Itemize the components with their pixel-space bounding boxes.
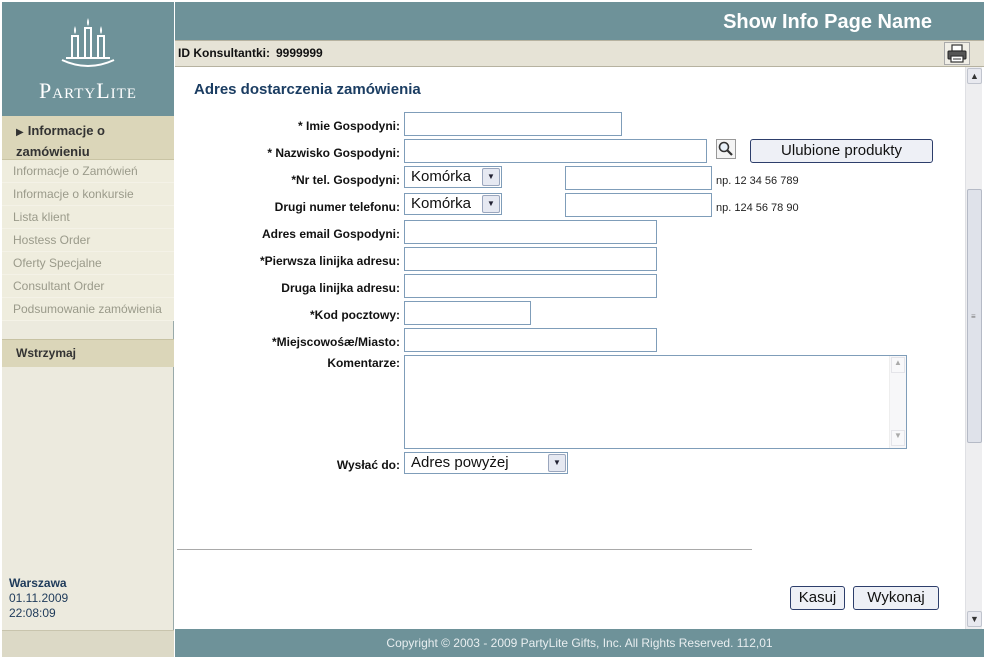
chevron-down-icon: ▼ bbox=[482, 195, 500, 213]
city-input[interactable] bbox=[404, 328, 657, 352]
sidebar: PartyLite ▶ Informacje o zamówieniu Infor… bbox=[2, 2, 174, 657]
city-field-label: *Miejscowośæ/Miasto: bbox=[271, 335, 400, 349]
chevron-down-icon[interactable]: ▼ bbox=[967, 611, 982, 627]
hold-button[interactable]: Wstrzymaj bbox=[2, 339, 174, 367]
sidebar-item-customer-list[interactable]: Lista klient bbox=[2, 206, 174, 229]
brand-name: PartyLite bbox=[39, 78, 137, 103]
host-first-name-input[interactable] bbox=[404, 112, 622, 136]
chevron-up-icon[interactable]: ▲ bbox=[967, 68, 982, 84]
consultant-id-value: 9999999 bbox=[276, 46, 323, 60]
cancel-button[interactable]: Kasuj bbox=[790, 586, 845, 610]
address-line2-label: Druga linijka adresu: bbox=[281, 281, 400, 295]
page-scrollbar[interactable]: ▲ ≡ ▼ bbox=[965, 67, 982, 629]
consultant-id-label: ID Konsultantki: bbox=[178, 46, 270, 60]
sidebar-item-special-offers[interactable]: Oferty Specjalne bbox=[2, 252, 174, 275]
form-title: Adres dostarczenia zamówienia bbox=[194, 81, 421, 98]
sidebar-active-section[interactable]: ▶ Informacje o zamówieniu bbox=[2, 116, 174, 160]
chevron-down-icon[interactable]: ▼ bbox=[891, 430, 905, 446]
host-email-input[interactable] bbox=[404, 220, 657, 244]
phone-hint: np. 12 34 56 789 bbox=[716, 175, 799, 187]
candles-logo-icon bbox=[61, 18, 115, 67]
second-phone-input[interactable] bbox=[565, 193, 712, 217]
favorite-products-button[interactable]: Ulubione produkty bbox=[750, 139, 933, 163]
comments-label: Komentarze: bbox=[327, 356, 400, 370]
app-window: PartyLite ▶ Informacje o zamówieniu Infor… bbox=[0, 0, 986, 659]
triangle-right-icon: ▶ bbox=[16, 127, 24, 138]
comments-textarea[interactable]: ▲ ▼ bbox=[404, 355, 907, 449]
second-phone-hint: np. 124 56 78 90 bbox=[716, 202, 799, 214]
second-phone-type-select[interactable]: Komórka ▼ bbox=[404, 193, 502, 215]
consultant-id: ID Konsultantki: 9999999 bbox=[178, 46, 323, 60]
host-phone-input[interactable] bbox=[565, 166, 712, 190]
second-phone-label: Drugi numer telefonu: bbox=[274, 200, 400, 214]
brand-logo: PartyLite bbox=[2, 2, 174, 116]
chevron-down-icon: ▼ bbox=[482, 168, 500, 186]
ship-to-select[interactable]: Adres powyżej ▼ bbox=[404, 452, 568, 474]
page-footer: Copyright © 2003 - 2009 PartyLite Gifts,… bbox=[175, 629, 984, 657]
host-email-label: Adres email Gospodyni: bbox=[261, 227, 400, 241]
host-first-name-label: * Imie Gospodyni: bbox=[297, 119, 400, 133]
sidebar-nav: Informacje o Zamówień Informacje o konku… bbox=[2, 160, 174, 321]
sidebar-active-label: Informacje o zamówieniu bbox=[16, 123, 105, 159]
search-button[interactable] bbox=[716, 139, 736, 159]
page-header: Show Info Page Name bbox=[175, 2, 984, 40]
magnifier-icon bbox=[718, 141, 733, 156]
main-content: Adres dostarczenia zamówienia * Imie Gos… bbox=[175, 67, 965, 629]
sidebar-item-order-summary[interactable]: Podsumowanie zamówienia bbox=[2, 298, 174, 321]
postal-code-input[interactable] bbox=[404, 301, 531, 325]
city-label: Warszawa bbox=[9, 576, 67, 590]
chevron-up-icon[interactable]: ▲ bbox=[891, 357, 905, 373]
time-label: 22:08:09 bbox=[9, 606, 56, 620]
chevron-down-icon: ▼ bbox=[548, 454, 566, 472]
address-line1-input[interactable] bbox=[404, 247, 657, 271]
divider bbox=[177, 549, 752, 550]
second-phone-type-value: Komórka bbox=[411, 195, 472, 212]
textarea-scrollbar[interactable]: ▲ ▼ bbox=[889, 356, 906, 448]
sidebar-item-contest-info[interactable]: Informacje o konkursie bbox=[2, 183, 174, 206]
ship-to-value: Adres powyżej bbox=[411, 454, 509, 471]
address-line1-label: *Pierwsza linijka adresu: bbox=[259, 254, 400, 268]
print-button[interactable] bbox=[944, 42, 970, 65]
host-last-name-label: * Nazwisko Gospodyni: bbox=[267, 146, 400, 160]
consultant-bar: ID Konsultantki: 9999999 bbox=[175, 40, 984, 67]
sidebar-item-hostess-order[interactable]: Hostess Order bbox=[2, 229, 174, 252]
sidebar-item-order-info[interactable]: Informacje o Zamówień bbox=[2, 160, 174, 183]
address-line2-input[interactable] bbox=[404, 274, 657, 298]
phone-type-select[interactable]: Komórka ▼ bbox=[404, 166, 502, 188]
printer-icon bbox=[947, 44, 967, 63]
submit-button[interactable]: Wykonaj bbox=[853, 586, 939, 610]
scrollbar-thumb[interactable]: ≡ bbox=[967, 189, 982, 443]
postal-code-label: *Kod pocztowy: bbox=[310, 308, 400, 322]
sidebar-item-consultant-order[interactable]: Consultant Order bbox=[2, 275, 174, 298]
page-title: Show Info Page Name bbox=[723, 11, 932, 33]
host-phone-label: *Nr tel. Gospodyni: bbox=[291, 173, 400, 187]
grip-icon: ≡ bbox=[971, 312, 976, 321]
date-label: 01.11.2009 bbox=[9, 591, 69, 605]
location-datetime: Warszawa 01.11.2009 22:08:09 bbox=[9, 576, 68, 621]
sidebar-footer bbox=[2, 630, 174, 657]
phone-type-value: Komórka bbox=[411, 168, 472, 185]
host-last-name-input[interactable] bbox=[404, 139, 707, 163]
ship-to-label: Wysłać do: bbox=[336, 458, 400, 472]
